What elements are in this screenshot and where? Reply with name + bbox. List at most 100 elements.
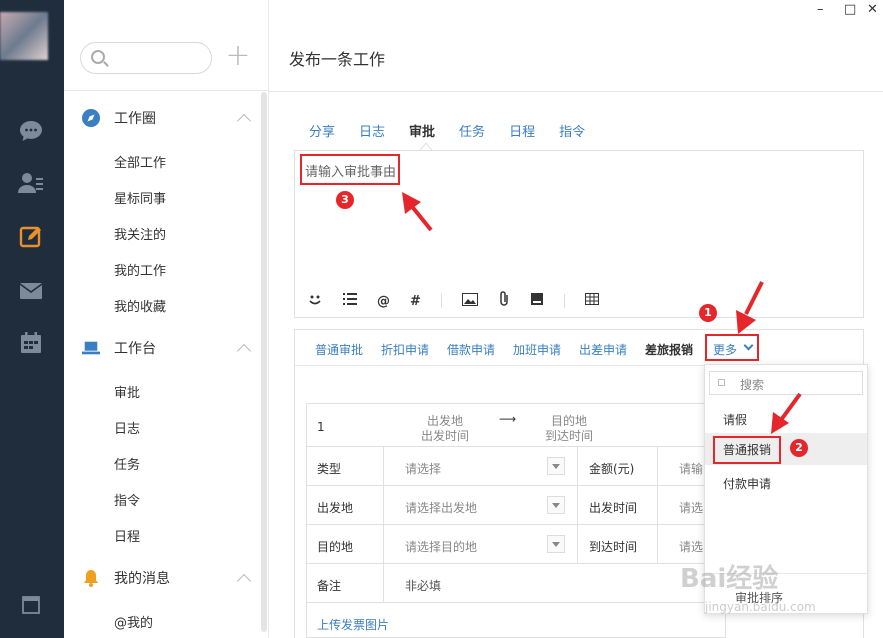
calendar-icon[interactable] bbox=[18, 330, 44, 356]
upload-invoice-link[interactable]: 上传发票图片 bbox=[317, 616, 389, 633]
table-icon[interactable] bbox=[584, 293, 599, 309]
sidebar-item-following[interactable]: 我关注的 bbox=[114, 224, 166, 243]
annotation-badge-3: 3 bbox=[336, 191, 354, 209]
window-icon[interactable] bbox=[18, 592, 44, 618]
sidebar-item-schedule[interactable]: 日程 bbox=[114, 526, 140, 545]
close-button[interactable]: ✕ bbox=[867, 2, 878, 17]
contacts-icon[interactable] bbox=[18, 170, 44, 196]
field-label-departure: 出发地 bbox=[317, 501, 354, 515]
sidebar-item-command[interactable]: 指令 bbox=[114, 490, 140, 509]
tab-discount-request[interactable]: 折扣申请 bbox=[381, 341, 429, 358]
avatar[interactable] bbox=[0, 12, 48, 60]
annotation-arrow-icon bbox=[736, 281, 764, 334]
annotation-box bbox=[300, 154, 400, 185]
attachment-icon[interactable] bbox=[498, 291, 510, 311]
bell-icon bbox=[82, 569, 100, 587]
tab-overtime-request[interactable]: 加班申请 bbox=[513, 341, 561, 358]
dropdown-arrow-icon[interactable] bbox=[547, 496, 565, 514]
sidebar-item-approval[interactable]: 审批 bbox=[114, 382, 140, 401]
sidebar-item-starred[interactable]: 星标同事 bbox=[114, 188, 166, 207]
search-icon bbox=[718, 379, 725, 386]
page-title: 发布一条工作 bbox=[289, 50, 386, 69]
sidebar-item-mentions[interactable]: @我的 bbox=[114, 612, 153, 631]
tab-command[interactable]: 指令 bbox=[559, 121, 585, 140]
section-messages[interactable]: 我的消息 bbox=[82, 568, 170, 588]
chevron-down-icon bbox=[743, 340, 754, 351]
field-label-arrival-time: 到达时间 bbox=[589, 540, 638, 554]
divider bbox=[64, 90, 269, 91]
left-rail bbox=[0, 0, 64, 638]
search-icon bbox=[91, 50, 105, 64]
search-input[interactable] bbox=[80, 42, 212, 74]
dropdown-arrow-icon[interactable] bbox=[547, 457, 565, 475]
tab-general-approval[interactable]: 普通审批 bbox=[315, 341, 363, 358]
laptop-icon bbox=[82, 339, 100, 357]
tab-schedule[interactable]: 日程 bbox=[509, 121, 535, 140]
sidebar-item-favorites[interactable]: 我的收藏 bbox=[114, 296, 166, 315]
arrow-icon: ⟶ bbox=[499, 412, 517, 426]
hashtag-icon[interactable]: # bbox=[410, 294, 421, 309]
remark-input[interactable]: 非必填 bbox=[405, 577, 441, 594]
col-divider bbox=[657, 446, 658, 563]
sidebar-item-my-work[interactable]: 我的工作 bbox=[114, 260, 166, 279]
menu-item-general-reimbursement[interactable]: 普通报销 bbox=[705, 433, 867, 465]
destination-select[interactable]: 请选择目的地 bbox=[405, 538, 477, 555]
list-icon[interactable] bbox=[343, 293, 357, 309]
tab-loan-request[interactable]: 借款申请 bbox=[447, 341, 495, 358]
section-title: 工作圈 bbox=[114, 111, 156, 127]
edit-icon[interactable] bbox=[18, 224, 44, 250]
mention-icon[interactable]: @ bbox=[377, 294, 390, 309]
minimize-button[interactable]: – bbox=[817, 2, 824, 17]
watermark-url: jingyan.baidu.com bbox=[705, 600, 816, 614]
sidebar-item-task[interactable]: 任务 bbox=[114, 454, 140, 473]
type-select[interactable]: 请选择 bbox=[405, 460, 441, 477]
arrival-time-input[interactable]: 请选 bbox=[679, 538, 703, 555]
active-tab-caret-icon bbox=[420, 142, 432, 150]
to-time-label: 到达时间 bbox=[545, 429, 594, 443]
amount-input[interactable]: 请输 bbox=[679, 460, 703, 477]
chevron-up-icon[interactable] bbox=[236, 113, 252, 129]
emoji-icon[interactable] bbox=[307, 291, 323, 311]
tab-travel-reimbursement[interactable]: 差旅报销 bbox=[645, 341, 693, 358]
scrollbar[interactable] bbox=[261, 92, 267, 632]
annotation-arrow-icon bbox=[771, 392, 802, 434]
watermark: Bai经验 bbox=[680, 564, 779, 594]
mail-icon[interactable] bbox=[18, 278, 44, 304]
row-divider bbox=[307, 446, 727, 447]
image-icon[interactable] bbox=[461, 292, 478, 310]
trip-index: 1 bbox=[317, 420, 325, 434]
maximize-button[interactable]: □ bbox=[844, 2, 856, 17]
tab-share[interactable]: 分享 bbox=[309, 121, 335, 140]
section-work-circle[interactable]: 工作圈 bbox=[82, 108, 156, 128]
section-workbench[interactable]: 工作台 bbox=[82, 338, 156, 358]
menu-item-payment-request[interactable]: 付款申请 bbox=[705, 467, 867, 499]
field-label-destination: 目的地 bbox=[317, 540, 354, 554]
col-divider bbox=[383, 446, 384, 602]
departure-time-input[interactable]: 请选 bbox=[679, 499, 703, 516]
editor-toolbar: @ # bbox=[295, 285, 863, 317]
menu-item-label: 普通报销 bbox=[723, 443, 772, 457]
tab-business-trip-request[interactable]: 出差申请 bbox=[579, 341, 627, 358]
chevron-up-icon[interactable] bbox=[236, 343, 252, 359]
field-label-amount: 金额(元) bbox=[589, 462, 635, 476]
add-icon[interactable]: + bbox=[224, 41, 252, 71]
tab-approval[interactable]: 审批 bbox=[409, 121, 435, 140]
composer-tabs: 分享 日志 审批 任务 日程 指令 bbox=[309, 121, 609, 140]
sidebar-item-all-work[interactable]: 全部工作 bbox=[114, 152, 166, 171]
reimbursement-form: 1 出发地 出发时间 ⟶ 目的地 到达时间 类型 请选择 金额(元) 请输 出发… bbox=[306, 403, 727, 638]
more-button[interactable]: 更多 bbox=[705, 334, 759, 361]
field-label-remark: 备注 bbox=[317, 579, 342, 593]
field-label-departure-time: 出发时间 bbox=[589, 501, 638, 515]
disk-icon[interactable] bbox=[530, 292, 544, 310]
chat-icon[interactable] bbox=[18, 118, 44, 144]
compass-icon bbox=[82, 109, 100, 127]
dropdown-search-placeholder: 搜索 bbox=[740, 378, 765, 392]
departure-select[interactable]: 请选择出发地 bbox=[405, 499, 477, 516]
toolbar-divider bbox=[440, 294, 442, 308]
sidebar-item-log[interactable]: 日志 bbox=[114, 418, 140, 437]
field-label-type: 类型 bbox=[317, 462, 342, 476]
chevron-up-icon[interactable] bbox=[236, 573, 252, 589]
dropdown-arrow-icon[interactable] bbox=[547, 535, 565, 553]
tab-task[interactable]: 任务 bbox=[459, 121, 485, 140]
tab-log[interactable]: 日志 bbox=[359, 121, 385, 140]
